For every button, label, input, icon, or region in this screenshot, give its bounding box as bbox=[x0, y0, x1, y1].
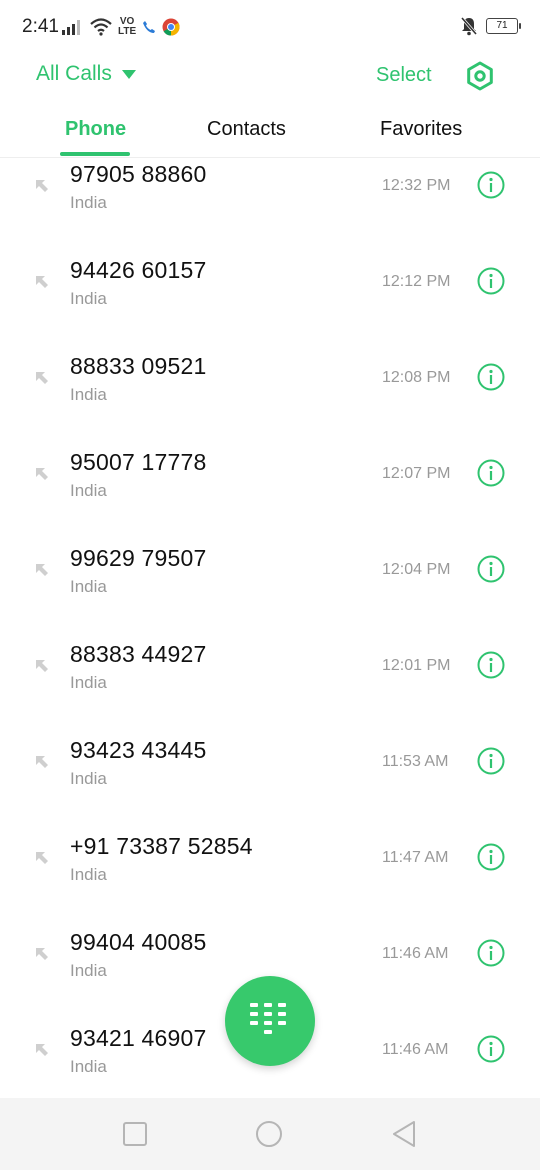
tab-contacts[interactable]: Contacts bbox=[207, 118, 286, 141]
call-time: 12:01 PM bbox=[382, 657, 451, 674]
call-location: India bbox=[70, 1057, 107, 1076]
call-time: 12:12 PM bbox=[382, 273, 451, 290]
call-number: 97905 88860 bbox=[70, 161, 207, 187]
call-location: India bbox=[70, 577, 107, 596]
call-location: India bbox=[70, 673, 107, 692]
call-row[interactable]: 99629 79507 India 12:04 PM bbox=[0, 542, 540, 638]
info-icon[interactable] bbox=[477, 651, 505, 679]
call-row[interactable]: 95007 17778 India 12:07 PM bbox=[0, 446, 540, 542]
info-icon[interactable] bbox=[477, 363, 505, 391]
call-row[interactable]: 97905 88860 India 12:32 PM bbox=[0, 158, 540, 254]
recent-apps-icon[interactable] bbox=[121, 1120, 149, 1148]
outgoing-call-icon bbox=[36, 372, 48, 384]
call-number: +91 73387 52854 bbox=[70, 833, 253, 859]
signal-icon bbox=[62, 20, 80, 35]
info-icon[interactable] bbox=[477, 267, 505, 295]
info-icon[interactable] bbox=[477, 459, 505, 487]
volte-icon: VO LTE bbox=[118, 17, 136, 37]
settings-icon[interactable] bbox=[465, 61, 495, 91]
outgoing-call-icon bbox=[36, 180, 48, 192]
outgoing-call-icon bbox=[36, 564, 48, 576]
call-row[interactable]: 94426 60157 India 12:12 PM bbox=[0, 254, 540, 350]
call-number: 88833 09521 bbox=[70, 353, 207, 379]
call-time: 12:07 PM bbox=[382, 465, 451, 482]
call-time: 11:47 AM bbox=[382, 849, 449, 866]
call-location: India bbox=[70, 481, 107, 500]
call-location: India bbox=[70, 961, 107, 980]
call-log-list[interactable]: 97905 88860 India 12:32 PM 94426 60157 I… bbox=[0, 158, 540, 1098]
bell-off-icon bbox=[460, 17, 478, 36]
status-bar: 2:41 VO LTE 71 bbox=[0, 0, 540, 54]
status-right: 71 bbox=[460, 14, 521, 38]
outgoing-call-icon bbox=[36, 948, 48, 960]
info-icon[interactable] bbox=[477, 939, 505, 967]
call-filter-dropdown[interactable]: All Calls bbox=[36, 62, 136, 86]
info-icon[interactable] bbox=[477, 171, 505, 199]
call-row[interactable]: +91 73387 52854 India 11:47 AM bbox=[0, 830, 540, 926]
caret-down-icon bbox=[121, 69, 136, 79]
call-row[interactable]: 88833 09521 India 12:08 PM bbox=[0, 350, 540, 446]
outgoing-call-icon bbox=[36, 276, 48, 288]
status-time: 2:41 bbox=[22, 16, 59, 37]
system-nav-bar bbox=[0, 1098, 540, 1170]
call-time: 11:46 AM bbox=[382, 945, 449, 962]
outgoing-call-icon bbox=[36, 852, 48, 864]
call-time: 12:32 PM bbox=[382, 177, 451, 194]
outgoing-call-icon bbox=[36, 756, 48, 768]
call-location: India bbox=[70, 193, 107, 212]
outgoing-call-icon bbox=[36, 660, 48, 672]
call-row[interactable]: 93423 43445 India 11:53 AM bbox=[0, 734, 540, 830]
call-number: 99629 79507 bbox=[70, 545, 207, 571]
call-filter-label: All Calls bbox=[36, 62, 112, 85]
call-time: 12:08 PM bbox=[382, 369, 451, 386]
home-icon[interactable] bbox=[255, 1120, 283, 1148]
call-location: India bbox=[70, 865, 107, 884]
call-number: 88383 44927 bbox=[70, 641, 207, 667]
call-number: 93421 46907 bbox=[70, 1025, 207, 1051]
back-icon[interactable] bbox=[390, 1120, 418, 1148]
info-icon[interactable] bbox=[477, 1035, 505, 1063]
info-icon[interactable] bbox=[477, 747, 505, 775]
chrome-icon bbox=[162, 18, 180, 36]
outgoing-call-icon bbox=[36, 468, 48, 480]
outgoing-call-icon bbox=[36, 1044, 48, 1056]
call-time: 11:53 AM bbox=[382, 753, 449, 770]
call-location: India bbox=[70, 289, 107, 308]
call-time: 12:04 PM bbox=[382, 561, 451, 578]
call-number: 93423 43445 bbox=[70, 737, 207, 763]
call-status-icon bbox=[143, 21, 156, 33]
battery-icon: 71 bbox=[486, 18, 521, 34]
info-icon[interactable] bbox=[477, 555, 505, 583]
call-number: 99404 40085 bbox=[70, 929, 207, 955]
call-row[interactable]: 88383 44927 India 12:01 PM bbox=[0, 638, 540, 734]
dialpad-button[interactable] bbox=[225, 976, 315, 1066]
active-tab-indicator bbox=[60, 152, 130, 156]
call-location: India bbox=[70, 769, 107, 788]
call-time: 11:46 AM bbox=[382, 1041, 449, 1058]
tab-favorites[interactable]: Favorites bbox=[380, 118, 462, 141]
call-number: 95007 17778 bbox=[70, 449, 207, 475]
info-icon[interactable] bbox=[477, 843, 505, 871]
tab-phone[interactable]: Phone bbox=[65, 118, 126, 141]
dialpad-icon bbox=[250, 1003, 286, 1034]
top-bar: All Calls Select bbox=[0, 54, 540, 100]
wifi-icon bbox=[90, 18, 112, 36]
status-icons: VO LTE bbox=[62, 15, 180, 39]
volte-line2: LTE bbox=[118, 26, 137, 37]
select-button[interactable]: Select bbox=[376, 64, 432, 87]
tab-bar: Phone Contacts Favorites bbox=[0, 104, 540, 158]
call-location: India bbox=[70, 385, 107, 404]
call-number: 94426 60157 bbox=[70, 257, 207, 283]
